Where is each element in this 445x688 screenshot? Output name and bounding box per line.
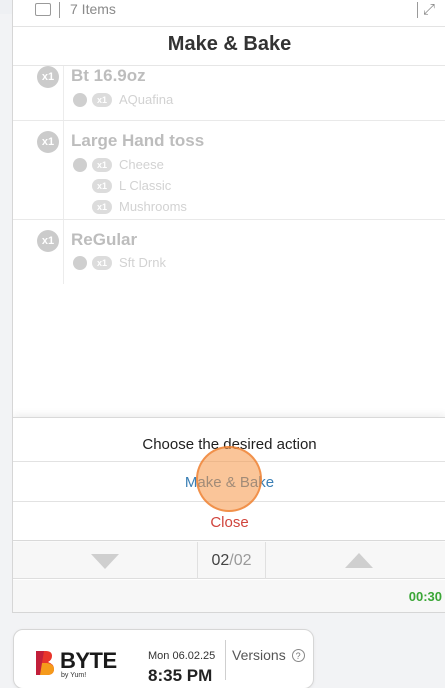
order-item[interactable]: x1 Bt 16.9oz x1 AQuafina <box>13 66 445 121</box>
date-label: Mon 06.02.25 <box>148 650 216 662</box>
items-bar: 7 Items ⤢ <box>13 0 445 27</box>
time-label: 8:35 PM <box>148 666 213 685</box>
divider <box>63 121 64 219</box>
quantity-badge: x1 <box>37 66 59 88</box>
total-pages: 02 <box>233 552 252 569</box>
order-panel: 7 Items ⤢ Make & Bake x1 Bt 16.9oz x1 AQ… <box>12 0 445 613</box>
item-name: Bt 16.9oz <box>71 66 146 85</box>
brand-sub: by Yum! <box>61 672 87 679</box>
quantity-badge: x1 <box>37 131 59 153</box>
divider <box>63 66 64 120</box>
make-and-bake-button[interactable]: Make & Bake <box>13 463 445 502</box>
page-down-icon[interactable] <box>91 554 119 569</box>
item-name: Large Hand toss <box>71 131 205 150</box>
brand-name: BYTE <box>60 648 117 673</box>
pager: 02/02 <box>13 542 445 579</box>
modifier-text: Sft Drnk <box>119 255 166 270</box>
modifier-text: L Classic <box>119 178 172 193</box>
footer-bar: BYTE by Yum! Mon 06.02.25 8:35 PM Versio… <box>13 629 314 688</box>
modifier-text: Cheese <box>119 157 164 172</box>
close-button[interactable]: Close <box>13 503 445 541</box>
divider <box>265 542 266 579</box>
page-indicator: 02/02 <box>198 542 265 579</box>
divider <box>417 2 418 18</box>
help-icon[interactable]: ? <box>291 649 305 662</box>
expand-icon[interactable]: ⤢ <box>423 2 435 18</box>
modifier-qty: x1 <box>92 158 112 172</box>
action-dialog: Choose the desired action Make & Bake Cl… <box>13 417 445 541</box>
modifier-qty: x1 <box>92 93 112 107</box>
divider <box>225 640 226 680</box>
current-page: 02 <box>211 552 230 569</box>
page-title: Make & Bake <box>167 33 292 55</box>
modifier-text: Mushrooms <box>119 199 187 214</box>
status-dot-icon <box>73 256 87 270</box>
order-list: x1 Bt 16.9oz x1 AQuafina x1 Large Hand t… <box>13 66 445 284</box>
quantity-badge: x1 <box>37 230 59 252</box>
modifier-qty: x1 <box>92 179 112 193</box>
order-item[interactable]: x1 ReGular x1 Sft Drnk <box>13 220 445 284</box>
items-count: 7 Items <box>70 1 116 17</box>
divider <box>63 220 64 284</box>
versions-label: Versions <box>232 647 286 663</box>
datetime: Mon 06.02.25 8:35 PM <box>148 650 215 686</box>
status-dot-icon <box>73 93 87 107</box>
modifier-qty: x1 <box>92 256 112 270</box>
divider <box>59 2 60 18</box>
page-up-icon[interactable] <box>345 553 373 568</box>
byte-logo-icon <box>36 651 54 675</box>
versions-link[interactable]: Versions ? <box>232 647 305 663</box>
status-dot-icon <box>73 158 87 172</box>
timer-bar: 00:30 <box>13 580 445 612</box>
elapsed-timer: 00:30 <box>408 589 442 604</box>
modifier-text: AQuafina <box>119 92 174 107</box>
order-item[interactable]: x1 Large Hand toss x1 Cheese x1 L Classi… <box>13 121 445 220</box>
modifier-qty: x1 <box>92 200 112 214</box>
ticket-icon[interactable] <box>35 3 51 16</box>
dialog-heading: Choose the desired action <box>13 418 445 462</box>
item-name: ReGular <box>71 230 138 249</box>
